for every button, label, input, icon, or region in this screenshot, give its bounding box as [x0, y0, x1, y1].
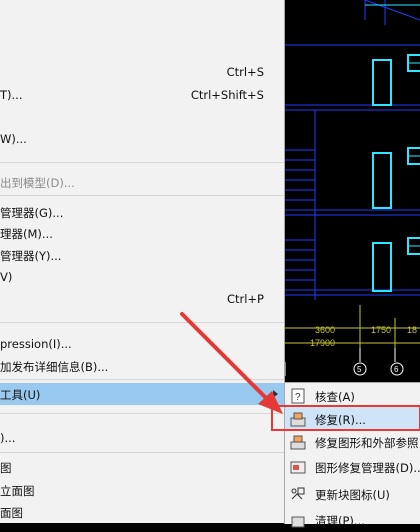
submenu-item-label: 修复图形和外部参照: [315, 436, 419, 450]
cad-drawing-canvas[interactable]: 3600 1750 18 17900 5 6: [285, 0, 420, 382]
menu-item-label: 工具(U): [0, 388, 41, 402]
submenu-item-label: 图形修复管理器(D)...: [315, 461, 420, 475]
purge-icon: [289, 511, 307, 529]
submenu-item-audit[interactable]: ? 核查(A): [285, 384, 420, 408]
menu-item-label: 立面图: [0, 484, 35, 498]
menu-item-manager-g[interactable]: 管理器(G)...: [0, 201, 284, 223]
dimension-1750: 1750: [371, 325, 391, 335]
menu-item-shortcut: Ctrl+P: [226, 292, 264, 306]
menu-item-label: 面图: [0, 506, 23, 520]
submenu-item-label: 核查(A): [315, 390, 355, 404]
menu-item-drawing-utilities[interactable]: 工具(U): [0, 383, 284, 405]
menu-item-recent-2[interactable]: 立面图: [0, 479, 284, 501]
menu-item-label: 管理器(G)...: [0, 206, 64, 220]
dimension-3600: 3600: [315, 325, 335, 335]
menu-item-save[interactable]: Ctrl+S: [0, 61, 284, 83]
axis-label-5: 5: [357, 365, 362, 374]
menu-item-export-to-model: 出到模型(D)...: [0, 171, 284, 193]
menu-item-label: 图: [0, 461, 12, 475]
submenu-arrow-icon: [273, 390, 278, 398]
dimension-18: 18: [407, 325, 417, 335]
menu-item-print[interactable]: Ctrl+P: [0, 288, 284, 310]
menu-item-label: 出到模型(D)...: [0, 176, 75, 190]
menu-item-w[interactable]: W)...: [0, 128, 284, 150]
menu-separator: [0, 322, 284, 323]
recover-xref-icon: [289, 433, 307, 451]
audit-icon: ?: [289, 387, 307, 405]
axis-label-6: 6: [394, 365, 399, 374]
menu-item-label: 加发布详细信息(B)...: [0, 360, 109, 374]
submenu-item-update-block-icons[interactable]: 更新块图标(U): [285, 482, 420, 506]
drawing-utilities-submenu: ? 核查(A) 修复(R)... 修复图形和外部参照 图形修复管理器(D)...…: [284, 382, 420, 528]
drawing-recovery-icon: [289, 458, 307, 476]
building-elevation-drawing: 3600 1750 18 17900 5 6: [285, 0, 420, 376]
menu-separator: [0, 162, 284, 163]
recover-icon: [289, 410, 307, 428]
menu-separator: [0, 195, 284, 196]
menu-item-compression[interactable]: pression(I)...: [0, 333, 284, 355]
svg-text:?: ?: [295, 392, 301, 403]
file-menu: Ctrl+S T)... Ctrl+Shift+S W)... 出到模型(D).…: [0, 0, 285, 523]
menu-item-label: pression(I)...: [0, 337, 72, 351]
menu-item-publish-details[interactable]: 加发布详细信息(B)...: [0, 355, 284, 377]
submenu-item-label: 清理(P)...: [315, 514, 365, 528]
menu-separator: [0, 379, 284, 380]
menu-item-label: W)...: [0, 132, 27, 146]
menu-separator: [0, 452, 284, 453]
dimension-17900: 17900: [310, 338, 335, 348]
menu-item-shortcut: Ctrl+S: [226, 65, 264, 79]
menu-item-label: 理器(M)...: [0, 227, 53, 241]
menu-item-label: T)...: [0, 88, 23, 102]
update-block-icon: [289, 485, 307, 503]
menu-item-recent-1[interactable]: 图: [0, 456, 284, 478]
menu-item-label: 管理器(Y)...: [0, 249, 62, 263]
submenu-item-drawing-recovery-manager[interactable]: 图形修复管理器(D)...: [285, 455, 420, 479]
menu-item-manager-y[interactable]: 管理器(Y)...: [0, 244, 284, 266]
menu-separator: [0, 413, 284, 414]
menu-item-v[interactable]: V): [0, 266, 284, 288]
submenu-item-recover[interactable]: 修复(R)...: [285, 407, 420, 431]
menu-item-label: )...: [0, 431, 16, 445]
submenu-item-label: 修复(R)...: [315, 413, 366, 427]
submenu-item-recover-xref[interactable]: 修复图形和外部参照: [285, 430, 420, 454]
menu-item-recent-3[interactable]: 面图: [0, 501, 284, 523]
menu-item-save-as[interactable]: T)... Ctrl+Shift+S: [0, 84, 284, 106]
menu-item-label: V): [0, 270, 13, 284]
menu-item-shortcut: Ctrl+Shift+S: [190, 88, 264, 102]
menu-item-close[interactable]: )...: [0, 427, 284, 449]
submenu-item-purge[interactable]: 清理(P)...: [285, 508, 420, 532]
menu-item-manager-m[interactable]: 理器(M)...: [0, 222, 284, 244]
submenu-item-label: 更新块图标(U): [315, 488, 390, 502]
